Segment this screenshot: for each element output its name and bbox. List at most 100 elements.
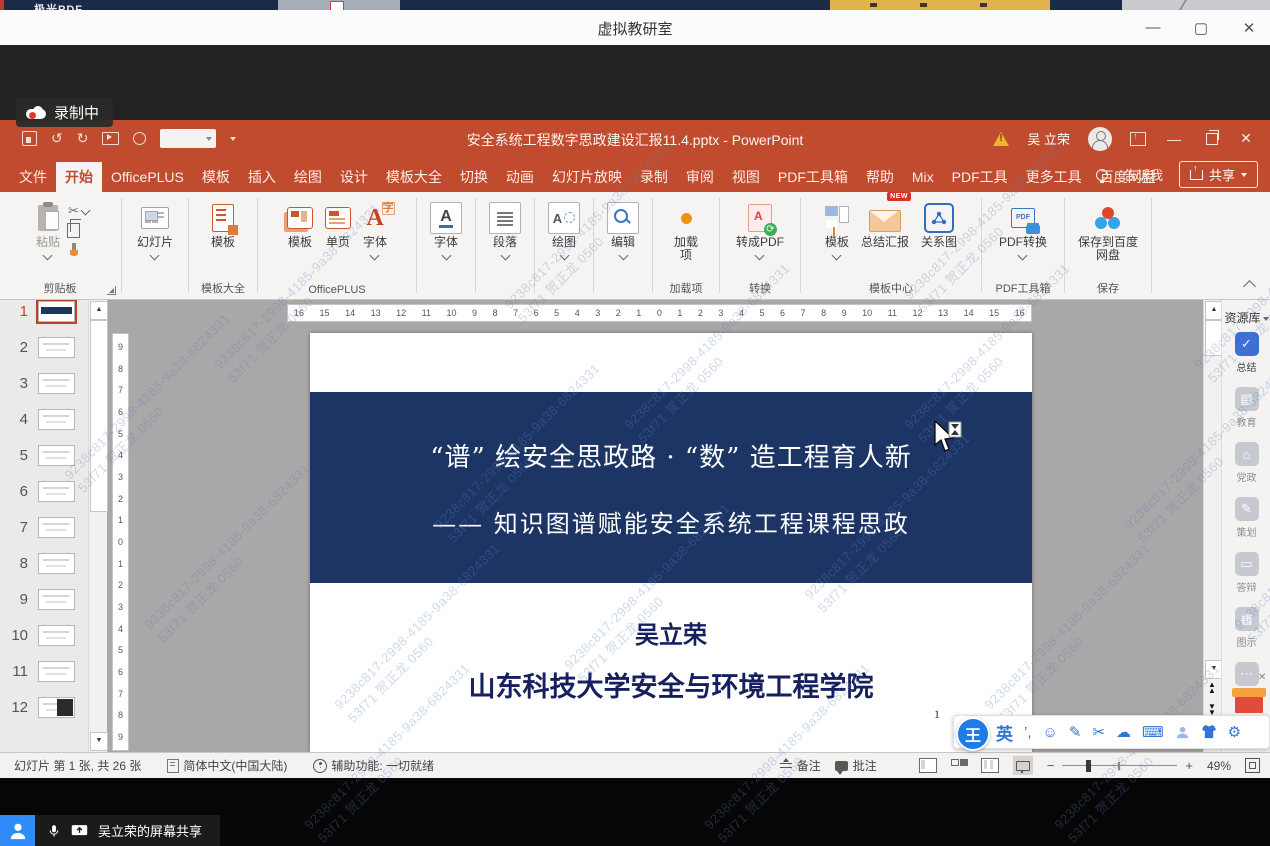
resource-item-答辩[interactable]: ▭答辩 [1222,552,1270,594]
scroll-up-icon[interactable]: ▲ [90,301,108,320]
resource-item-策划[interactable]: ✎策划 [1222,497,1270,539]
slide-canvas[interactable]: “谱” 绘安全思政路 · “数” 造工程育人新 —— 知识图谱赋能安全系统工程课… [310,333,1032,752]
zoom-in-icon[interactable]: + [1185,758,1193,773]
cut-button[interactable]: ✂ [68,204,79,218]
thumbnail-row[interactable]: 6 [8,480,88,502]
ime-logo[interactable]: 王 [956,717,990,751]
tell-me-icon[interactable] [1096,169,1108,181]
ppt-close-button[interactable]: ✕ [1236,130,1256,147]
scroll-down-icon[interactable]: ▼ [90,732,108,751]
slide-thumbnail[interactable] [38,553,75,574]
addins-button[interactable]: 加载项 [664,198,708,264]
resource-panel-header[interactable]: 资源库 [1222,300,1270,332]
ime-handwriting-icon[interactable]: ✎ [1069,725,1082,740]
font-group-button[interactable]: A 字体 [425,198,467,261]
slide-thumbnail[interactable] [38,337,75,358]
zoom-track[interactable] [1062,765,1177,767]
tab-绘图[interactable]: 绘图 [285,162,331,192]
scrollbar-thumb[interactable] [90,320,108,512]
zoom-slider[interactable]: − + [1047,758,1193,773]
ime-cut-icon[interactable]: ✂ [1092,725,1105,740]
thumbnail-scrollbar[interactable]: ▲ ▼ [88,300,107,752]
tab-视图[interactable]: 视图 [723,162,769,192]
ime-emoji-icon[interactable]: ☺ [1043,725,1058,740]
copy-button[interactable] [67,223,80,238]
tab-PDF工具箱[interactable]: PDF工具箱 [769,162,857,192]
tab-OfficePLUS[interactable]: OfficePLUS [102,162,193,192]
edit-group-button[interactable]: 编辑 [602,198,644,261]
notes-toggle[interactable]: 备注 [780,757,821,774]
thumbnail-row[interactable]: 11 [8,660,88,682]
officeplus-template-button[interactable]: 模板 [282,198,318,251]
slide-thumbnail[interactable] [38,373,75,394]
tell-me-label[interactable]: 告诉我 [1124,165,1163,184]
ime-language-mode[interactable]: 英 [996,720,1013,745]
ppt-restore-button[interactable] [1206,133,1218,145]
tab-审阅[interactable]: 审阅 [677,162,723,192]
share-button[interactable]: 共享 [1179,161,1258,188]
resource-item-党政[interactable]: ⌂党政 [1222,442,1270,484]
slide-thumbnail[interactable] [38,445,75,466]
ime-keyboard-icon[interactable]: ⌨ [1142,725,1164,740]
slide-thumbnail[interactable] [38,661,75,682]
participant-icon[interactable] [0,815,35,846]
draw-group-button[interactable]: A 绘图 [543,198,585,261]
slide-sorter-view-button[interactable] [951,759,967,772]
normal-view-button[interactable] [919,758,937,773]
language-status[interactable]: 简体中文(中国大陆) [183,757,287,774]
tab-幻灯片放映[interactable]: 幻灯片放映 [543,162,631,192]
slideshow-view-button[interactable] [1013,756,1033,775]
thumbnail-row[interactable]: 2 [8,336,88,358]
thumbnail-row[interactable]: 1 [8,300,88,322]
zoom-out-icon[interactable]: − [1047,758,1055,773]
chevron-down-icon[interactable] [81,206,91,216]
thumbnail-row[interactable]: 10 [8,624,88,646]
collapse-ribbon-icon[interactable] [1243,280,1256,293]
tab-录制[interactable]: 录制 [631,162,677,192]
app-maximize-button[interactable]: ▢ [1190,19,1212,37]
tab-模板[interactable]: 模板 [193,162,239,192]
tab-Mix[interactable]: Mix [903,162,943,192]
tab-设计[interactable]: 设计 [331,162,377,192]
resource-item-总结[interactable]: ✓总结 [1222,332,1270,374]
zoom-thumb[interactable] [1086,760,1091,772]
tab-更多工具[interactable]: 更多工具 [1017,162,1091,192]
reading-view-button[interactable] [981,758,999,773]
resource-item-教育[interactable]: ▤教育 [1222,387,1270,429]
ime-punctuation-icon[interactable]: ’, [1024,725,1032,740]
zoom-level[interactable]: 49% [1207,759,1231,773]
accessibility-status[interactable]: 辅助功能: 一切就绪 [331,757,434,774]
ime-account-icon[interactable] [1175,725,1190,740]
thumbnail-row[interactable]: 12 [8,696,88,718]
paste-button[interactable]: 粘贴 [31,198,65,261]
template-button[interactable]: 模板 [206,198,240,251]
tab-PDF工具[interactable]: PDF工具 [943,162,1017,192]
thumbnail-row[interactable]: 7 [8,516,88,538]
comments-toggle[interactable]: 批注 [835,757,877,774]
app-minimize-button[interactable]: — [1142,19,1164,36]
template-center-template-button[interactable]: 模板 [820,198,854,261]
ime-skin-icon[interactable] [1201,725,1217,739]
screen-share-icon[interactable] [71,823,88,838]
tab-帮助[interactable]: 帮助 [857,162,903,192]
app-close-button[interactable]: ✕ [1238,19,1260,37]
notes-page-icon[interactable] [167,759,179,773]
clipboard-dialog-launcher[interactable] [107,286,116,295]
relation-diagram-button[interactable]: 关系图 [916,198,962,251]
format-painter-button[interactable] [67,243,80,256]
ppt-minimize-button[interactable]: — [1164,131,1184,147]
save-to-baidu-button[interactable]: 保存到百度网盘 [1071,198,1145,264]
microphone-icon[interactable] [47,822,61,840]
convert-to-pdf-button[interactable]: 转成PDF [731,198,789,261]
pdf-convert-button[interactable]: PDF PDF转换 [994,198,1052,261]
ime-settings-icon[interactable]: ⚙ [1228,725,1241,740]
accessibility-icon[interactable] [313,759,327,773]
slide-thumbnail[interactable] [38,589,75,610]
fit-to-window-icon[interactable] [1245,758,1260,773]
tab-文件[interactable]: 文件 [10,162,56,192]
thumbnail-row[interactable]: 3 [8,372,88,394]
thumbnail-row[interactable]: 8 [8,552,88,574]
slide-thumbnail[interactable] [38,301,75,322]
single-page-button[interactable]: 单页 [320,198,356,251]
thumbnail-row[interactable]: 4 [8,408,88,430]
